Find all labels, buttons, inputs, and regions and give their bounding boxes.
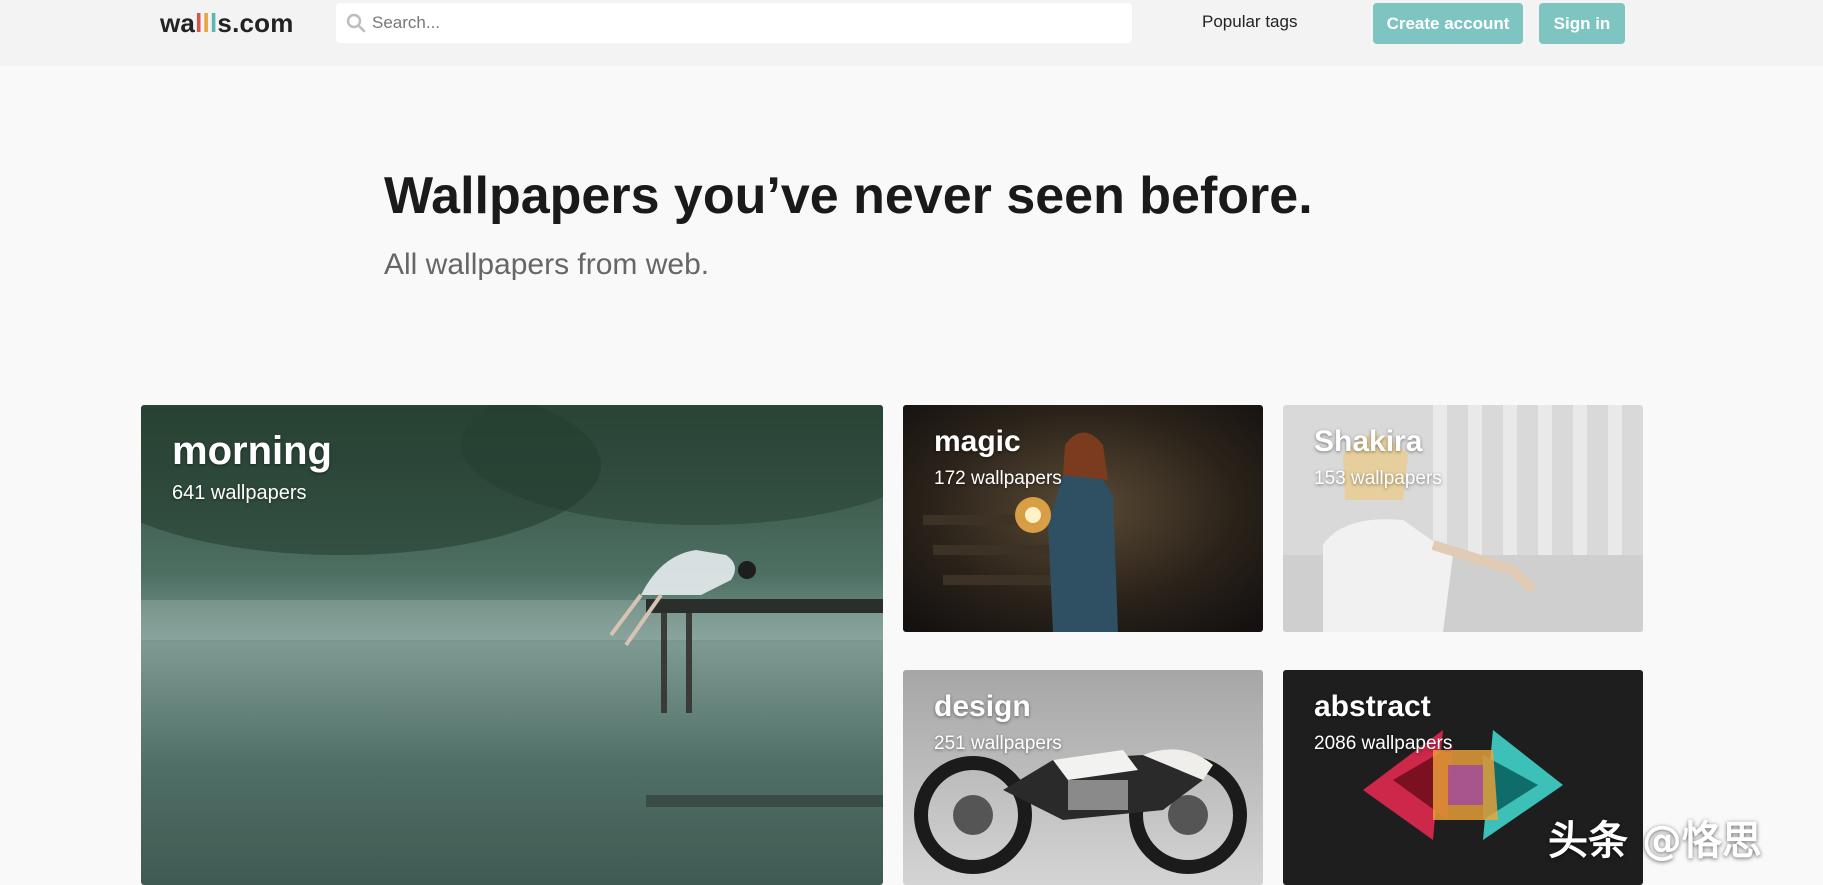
search-box[interactable]	[336, 3, 1132, 43]
tile-design[interactable]: design 251 wallpapers	[903, 670, 1263, 885]
logo-letter-2: l	[202, 8, 210, 38]
tile-name: abstract	[1314, 690, 1431, 723]
hero-title: Wallpapers you’ve never seen before.	[384, 167, 1313, 225]
search-input[interactable]	[372, 3, 1122, 43]
tile-name: morning	[172, 429, 332, 473]
lake-pier-photo-icon	[141, 405, 883, 885]
tile-name: magic	[934, 425, 1021, 458]
site-logo[interactable]: wallls.com	[160, 8, 294, 39]
tile-name: Shakira	[1314, 425, 1423, 458]
tile-count: 641 wallpapers	[172, 482, 307, 504]
logo-text-suffix: s.com	[217, 8, 294, 38]
top-navbar: wallls.com Popular tags Create account S…	[0, 0, 1823, 66]
tile-count: 153 wallpapers	[1314, 468, 1442, 489]
logo-letter-1: l	[195, 8, 203, 38]
search-icon	[346, 13, 366, 33]
hero-subtitle: All wallpapers from web.	[384, 248, 710, 281]
tile-count: 172 wallpapers	[934, 468, 1062, 489]
tile-count: 251 wallpapers	[934, 733, 1062, 754]
tile-name: design	[934, 690, 1031, 723]
popular-tags-link[interactable]: Popular tags	[1202, 12, 1297, 32]
logo-text-prefix: wa	[160, 8, 196, 38]
tile-morning[interactable]: morning 641 wallpapers	[141, 405, 883, 885]
tile-shakira[interactable]: Shakira 153 wallpapers	[1283, 405, 1643, 632]
tile-magic[interactable]: magic 172 wallpapers	[903, 405, 1263, 632]
watermark-text: 头条 @恪思	[1548, 818, 1762, 864]
sign-in-button[interactable]: Sign in	[1539, 3, 1625, 44]
create-account-button[interactable]: Create account	[1373, 3, 1523, 44]
tile-count: 2086 wallpapers	[1314, 733, 1453, 754]
